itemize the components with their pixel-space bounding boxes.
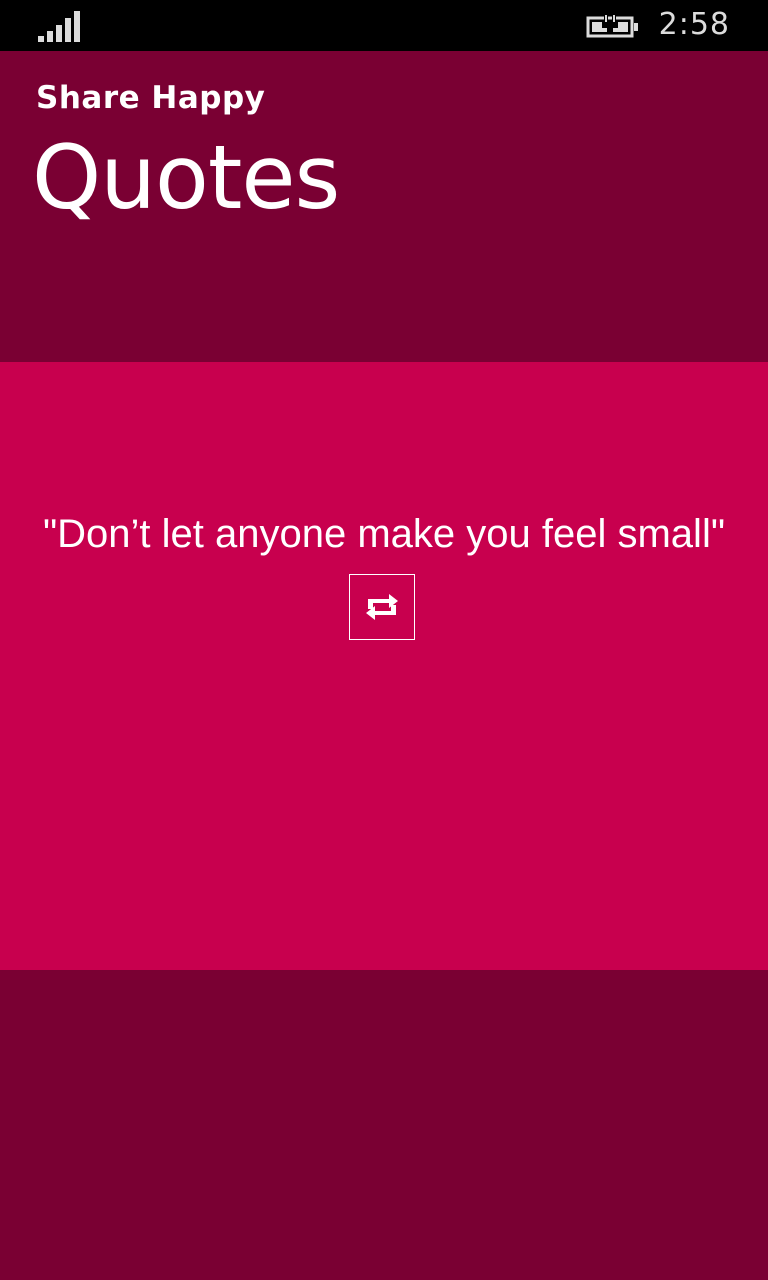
quote-text: "Don’t let anyone make you feel small" <box>42 512 726 556</box>
app-name: Share Happy <box>36 80 266 116</box>
refresh-quote-button[interactable] <box>349 574 415 640</box>
refresh-icon <box>366 594 398 620</box>
status-bar: 2:58 <box>0 0 768 51</box>
page-title: Quotes <box>32 126 340 229</box>
signal-strength-icon <box>38 11 80 42</box>
quote-card: "Don’t let anyone make you feel small" <box>0 362 768 970</box>
status-time: 2:58 <box>658 7 730 42</box>
battery-charging-icon <box>586 13 638 38</box>
